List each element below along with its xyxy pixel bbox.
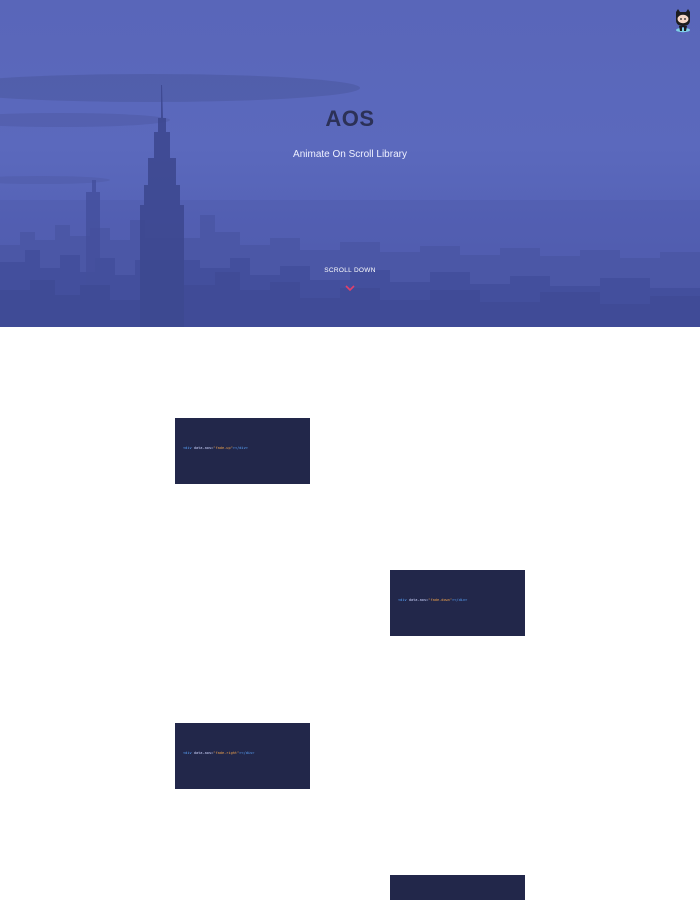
code-snippet: <div data-aos="fade-right"></div>	[183, 751, 255, 755]
page-title: AOS	[325, 106, 375, 131]
code-example-fade-right: <div data-aos="fade-right"></div>	[175, 723, 310, 789]
chevron-down-icon[interactable]	[344, 283, 356, 293]
code-snippet: <div data-aos="fade-down"></div>	[398, 598, 468, 602]
code-example-fade-up: <div data-aos="fade-up"></div>	[175, 418, 310, 484]
page-subtitle: Animate On Scroll Library	[293, 149, 407, 160]
scroll-down-link[interactable]: SCROLL DOWN	[0, 267, 700, 274]
code-example-fade-down: <div data-aos="fade-down"></div>	[390, 570, 525, 636]
city-skyline-background	[0, 74, 700, 327]
hero-section: AOS Animate On Scroll Library SCROLL DOW…	[0, 0, 700, 327]
github-octocat-icon[interactable]	[671, 6, 695, 34]
code-snippet: <div data-aos="fade-up"></div>	[183, 446, 248, 450]
code-example-partial	[390, 875, 525, 900]
